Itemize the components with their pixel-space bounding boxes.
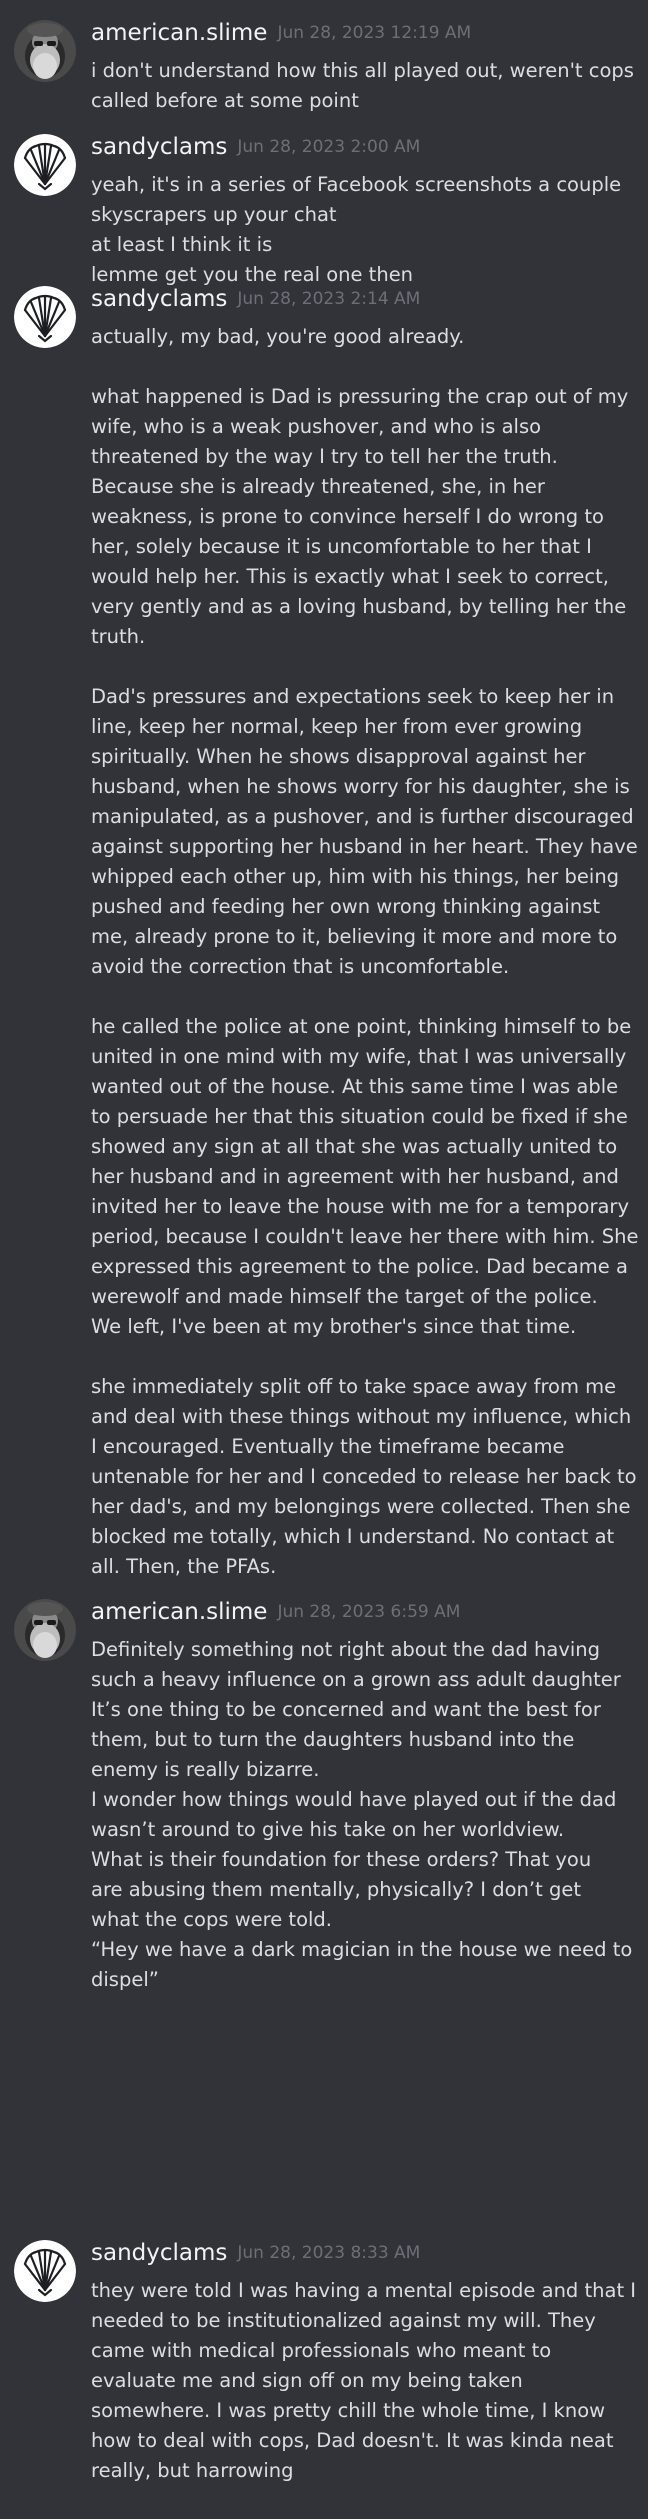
message-author[interactable]: american.slime — [91, 1599, 267, 1625]
message-line: somewhere. I was pretty chill the whole … — [91, 2399, 606, 2422]
message-line: all. Then, the PFAs. — [91, 1555, 277, 1578]
message-line: came with medical professionals who mean… — [91, 2339, 552, 2362]
message-author[interactable]: american.slime — [91, 20, 267, 46]
message-line: what happened is Dad is pressuring the c… — [91, 385, 629, 408]
message-timestamp: Jun 28, 2023 2:00 AM — [237, 137, 421, 157]
message-line: Because she is already threatened, she, … — [91, 475, 545, 498]
message-line: skyscrapers up your chat — [91, 203, 337, 226]
user-avatar[interactable] — [14, 1599, 76, 1661]
message-timestamp: Jun 28, 2023 8:33 AM — [237, 2243, 421, 2263]
message-line: dispel” — [91, 1968, 159, 1991]
message-line: he called the police at one point, think… — [91, 1015, 632, 1038]
message-line: and deal with these things without my in… — [91, 1405, 632, 1428]
american-slime-avatar-icon — [14, 1599, 76, 1661]
message-line — [91, 652, 641, 682]
message-line: her dad's, and my belongings were collec… — [91, 1495, 631, 1518]
message-line: period, because I couldn't leave her the… — [91, 1225, 639, 1248]
user-avatar[interactable] — [14, 2240, 76, 2302]
message-line: evaluate me and sign off on my being tak… — [91, 2369, 523, 2392]
message-line — [91, 982, 641, 1012]
message-line: they were told I was having a mental epi… — [91, 2279, 637, 2302]
shell-avatar-icon — [14, 286, 76, 348]
shell-avatar-icon — [14, 134, 76, 196]
message-line: I wonder how things would have played ou… — [91, 1788, 617, 1811]
message-line: actually, my bad, you're good already. — [91, 325, 465, 348]
message-line: husband, when he shows worry for his dau… — [91, 775, 630, 798]
message-line: truth. — [91, 625, 146, 648]
message-line: united in one mind with my wife, that I … — [91, 1045, 627, 1068]
message-line: them, but to turn the daughters husband … — [91, 1728, 575, 1751]
message-line: blocked me totally, which I understand. … — [91, 1525, 615, 1548]
message-author[interactable]: sandyclams — [91, 286, 227, 312]
message-line: weakness, is prone to convince herself I… — [91, 505, 604, 528]
message-timestamp: Jun 28, 2023 12:19 AM — [277, 23, 472, 43]
message-line: wasn’t around to give his take on her wo… — [91, 1818, 565, 1841]
message-line: Definitely something not right about the… — [91, 1638, 601, 1661]
message-line: yeah, it's in a series of Facebook scree… — [91, 173, 622, 196]
message-line: me, already prone to it, believing it mo… — [91, 925, 618, 948]
message-line: I encouraged. Eventually the timeframe b… — [91, 1435, 565, 1458]
message-line: showed any sign at all that she was actu… — [91, 1135, 618, 1158]
message-line: i don't understand how this all played o… — [91, 59, 634, 82]
message-line: threatened by the way I try to tell her … — [91, 445, 558, 468]
message-line — [91, 352, 641, 382]
message-line: really, but harrowing — [91, 2459, 294, 2482]
message-author[interactable]: sandyclams — [91, 2240, 227, 2266]
message-line — [91, 1342, 641, 1372]
message-line: her husband and in agreement with her hu… — [91, 1165, 619, 1188]
message-line: how to deal with cops, Dad doesn't. It w… — [91, 2429, 614, 2452]
message-line: spiritually. When he shows disapproval a… — [91, 745, 586, 768]
message-line: to persuade her that this situation coul… — [91, 1105, 628, 1128]
user-avatar[interactable] — [14, 20, 76, 82]
message-line: such a heavy influence on a grown ass ad… — [91, 1668, 621, 1691]
message-line: avoid the correction that is uncomfortab… — [91, 955, 510, 978]
message-line: pushed and feeding her own wrong thinkin… — [91, 895, 600, 918]
message-author[interactable]: sandyclams — [91, 134, 227, 160]
message-line: needed to be institutionalized against m… — [91, 2309, 596, 2332]
message-line: what the cops were told. — [91, 1908, 332, 1931]
shell-avatar-icon — [14, 2240, 76, 2302]
message-line: are abusing them mentally, physically? I… — [91, 1878, 581, 1901]
message-line: enemy is really bizarre. — [91, 1758, 320, 1781]
message-content: they were told I was having a mental epi… — [91, 2276, 641, 2486]
message-line: her, solely because it is uncomfortable … — [91, 535, 592, 558]
message-line: at least I think it is — [91, 233, 273, 256]
message-line: she immediately split off to take space … — [91, 1375, 617, 1398]
message-line: wanted out of the house. At this same ti… — [91, 1075, 619, 1098]
message-line: wife, who is a weak pushover, and who is… — [91, 415, 542, 438]
message-line: whipped each other up, him with his thin… — [91, 865, 620, 888]
message-content: Definitely something not right about the… — [91, 1635, 641, 1995]
message-content: i don't understand how this all played o… — [91, 56, 641, 116]
message-line: Dad's pressures and expectations seek to… — [91, 685, 615, 708]
message-line: invited her to leave the house with me f… — [91, 1195, 629, 1218]
message-line: line, keep her normal, keep her from eve… — [91, 715, 583, 738]
user-avatar[interactable] — [14, 286, 76, 348]
message-line: “Hey we have a dark magician in the hous… — [91, 1938, 633, 1961]
message-content: yeah, it's in a series of Facebook scree… — [91, 170, 641, 290]
message-line: untenable for her and I conceded to rele… — [91, 1465, 637, 1488]
message-line: It’s one thing to be concerned and want … — [91, 1698, 601, 1721]
message-line: very gently and as a loving husband, by … — [91, 595, 627, 618]
message-line: werewolf and made himself the target of … — [91, 1285, 598, 1308]
message-timestamp: Jun 28, 2023 6:59 AM — [277, 1602, 461, 1622]
message-line: What is their foundation for these order… — [91, 1848, 592, 1871]
message-content: actually, my bad, you're good already. w… — [91, 322, 641, 1582]
message-line: expressed this agreement to the police. … — [91, 1255, 628, 1278]
message-line: We left, I've been at my brother's since… — [91, 1315, 577, 1338]
message-line: would help her. This is exactly what I s… — [91, 565, 609, 588]
message-line: against supporting her husband in her he… — [91, 835, 638, 858]
message-line: manipulated, as a pushover, and is furth… — [91, 805, 634, 828]
message-timestamp: Jun 28, 2023 2:14 AM — [237, 289, 421, 309]
message-line: called before at some point — [91, 89, 359, 112]
user-avatar[interactable] — [14, 134, 76, 196]
american-slime-avatar-icon — [14, 20, 76, 82]
